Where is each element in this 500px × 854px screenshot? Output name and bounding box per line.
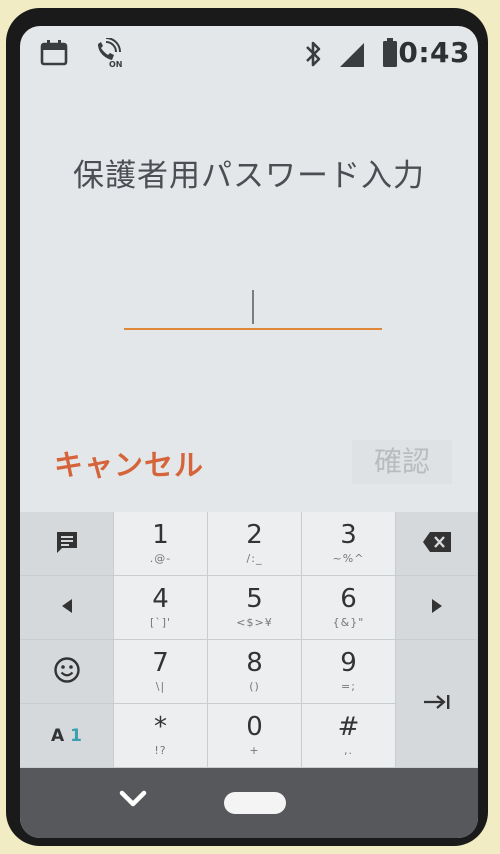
key-0-sub: + — [249, 744, 260, 757]
backspace-key[interactable] — [396, 512, 478, 576]
phone-device: ON 0:43 保護者用パスワード入力 キャンセル 確認 1 .@- 2 /:_… — [6, 8, 488, 846]
smiley-icon — [20, 656, 113, 688]
mode-letter: A — [51, 725, 65, 746]
key-5-sub: <$>¥ — [236, 616, 273, 629]
wifi-calling-on-icon: ON — [92, 37, 124, 72]
calendar-icon — [40, 40, 68, 70]
key-1-label: 1 — [152, 520, 169, 550]
key-hash[interactable]: # ,. — [302, 704, 396, 768]
key-1-sub: .@- — [149, 552, 172, 565]
home-button[interactable] — [224, 792, 286, 814]
tab-next-key[interactable] — [396, 640, 478, 768]
key-5-label: 5 — [246, 584, 263, 614]
input-mode-key[interactable]: A 1 — [20, 704, 114, 768]
input-underline — [124, 328, 382, 330]
key-3-label: 3 — [340, 520, 357, 550]
key-6[interactable]: 6 {&}" — [302, 576, 396, 640]
cancel-button[interactable]: キャンセル — [54, 442, 204, 484]
backspace-icon — [396, 531, 477, 557]
numeric-keyboard: 1 .@- 2 /:_ 3 ~%^ 4 [`]' 5 <$>¥ 6 {&}" 7… — [20, 512, 478, 768]
key-6-sub: {&}" — [332, 616, 365, 629]
emoji-key[interactable] — [20, 640, 114, 704]
key-7-label: 7 — [152, 648, 169, 678]
password-input[interactable] — [124, 288, 382, 330]
input-mode-label: A 1 — [20, 726, 113, 746]
chevron-down-icon[interactable] — [118, 788, 148, 814]
key-2-label: 2 — [246, 520, 263, 550]
status-bar: ON 0:43 — [20, 26, 478, 82]
key-2-sub: /:_ — [246, 552, 263, 565]
key-0-label: 0 — [246, 712, 263, 742]
right-arrow-icon — [396, 598, 477, 618]
key-3-sub: ~%^ — [332, 552, 365, 565]
bluetooth-icon — [304, 40, 322, 72]
key-1[interactable]: 1 .@- — [114, 512, 208, 576]
navigation-bar — [20, 768, 478, 838]
emoji-text-key[interactable] — [20, 512, 114, 576]
cursor-right-key[interactable] — [396, 576, 478, 640]
page-title: 保護者用パスワード入力 — [73, 158, 425, 194]
key-hash-label: # — [337, 712, 360, 742]
cursor-left-key[interactable] — [20, 576, 114, 640]
key-4-label: 4 — [152, 584, 169, 614]
svg-text:ON: ON — [109, 60, 123, 68]
key-star-sub: !? — [154, 744, 167, 757]
screen: ON 0:43 保護者用パスワード入力 キャンセル 確認 1 .@- 2 /:_… — [20, 26, 478, 838]
key-2[interactable]: 2 /:_ — [208, 512, 302, 576]
message-icon — [20, 529, 113, 559]
key-0[interactable]: 0 + — [208, 704, 302, 768]
tab-arrow-icon — [396, 693, 477, 715]
key-5[interactable]: 5 <$>¥ — [208, 576, 302, 640]
signal-icon — [338, 42, 366, 72]
key-star-label: * — [154, 712, 167, 742]
key-4[interactable]: 4 [`]' — [114, 576, 208, 640]
status-time: 0:43 — [398, 36, 470, 69]
key-4-sub: [`]' — [149, 616, 172, 629]
key-9-sub: =; — [341, 680, 356, 693]
text-cursor — [252, 290, 254, 324]
key-hash-sub: ,. — [344, 744, 353, 757]
battery-icon — [382, 38, 398, 72]
confirm-button[interactable]: 確認 — [352, 440, 452, 484]
key-6-label: 6 — [340, 584, 357, 614]
key-7[interactable]: 7 \| — [114, 640, 208, 704]
key-8[interactable]: 8 () — [208, 640, 302, 704]
key-3[interactable]: 3 ~%^ — [302, 512, 396, 576]
key-9[interactable]: 9 =; — [302, 640, 396, 704]
key-8-label: 8 — [246, 648, 263, 678]
key-8-sub: () — [249, 680, 260, 693]
key-star[interactable]: * !? — [114, 704, 208, 768]
key-7-sub: \| — [155, 680, 166, 693]
key-9-label: 9 — [340, 648, 357, 678]
left-arrow-icon — [20, 598, 113, 618]
mode-digit: 1 — [70, 725, 82, 746]
